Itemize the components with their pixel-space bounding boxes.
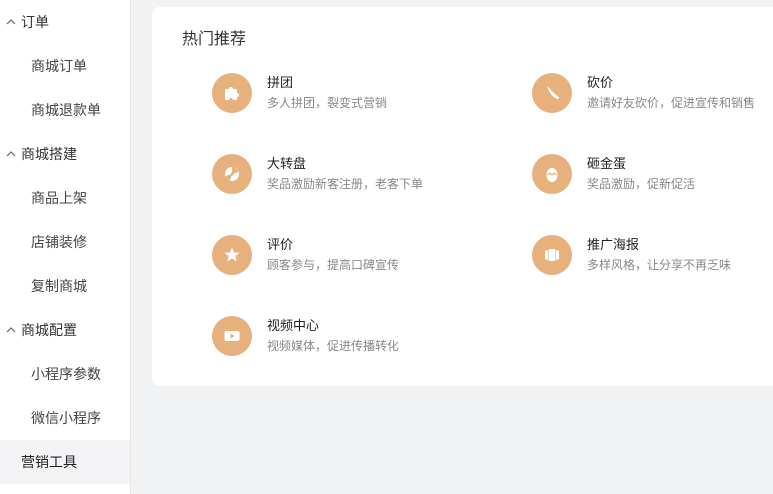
wheel-icon (225, 167, 239, 181)
tool-name: 大转盘 (267, 156, 307, 172)
video-icon (224, 331, 240, 341)
tool-name: 拼团 (267, 75, 294, 91)
tool-review[interactable]: 评价 顾客参与，提高口碑宣传 (212, 235, 399, 275)
tool-name: 推广海报 (587, 237, 640, 253)
sidebar-item-copy-mall[interactable]: 复制商城 (0, 264, 130, 308)
tool-video-center[interactable]: 视频中心 视频媒体，促进传播转化 (212, 316, 399, 356)
sidebar-item-refund-orders[interactable]: 商城退款单 (0, 88, 130, 132)
sidebar-group-label: 商城搭建 (21, 147, 77, 163)
sidebar-item-miniprogram-params[interactable]: 小程序参数 (0, 352, 130, 396)
poster-icon (545, 249, 559, 261)
tool-name: 评价 (267, 237, 294, 253)
tool-group-buy[interactable]: 拼团 多人拼团，裂变式营销 (212, 73, 387, 113)
tool-desc: 多样风格，让分享不再乏味 (587, 257, 732, 272)
tool-desc: 奖品激励新客注册，老客下单 (267, 176, 424, 191)
sidebar-item-product-listing[interactable]: 商品上架 (0, 176, 130, 220)
chevron-up-icon (6, 327, 16, 333)
sidebar-item-marketing-tools[interactable]: 营销工具 (0, 440, 130, 484)
tool-bargain[interactable]: 砍价 邀请好友砍价，促进宣传和销售 (532, 73, 755, 113)
sidebar-group-label: 商城配置 (21, 323, 77, 339)
sidebar: 订单 商城订单 商城退款单 商城搭建 商品上架 店铺装修 复制商城 商城配置 小… (0, 0, 131, 494)
tool-desc: 多人拼团，裂变式营销 (267, 95, 388, 110)
sidebar-group-orders[interactable]: 订单 (0, 0, 130, 44)
sidebar-group-label: 订单 (21, 15, 49, 31)
sidebar-item-mall-orders[interactable]: 商城订单 (0, 44, 130, 88)
tool-golden-egg[interactable]: 砸金蛋 奖品激励，促新促活 (532, 154, 695, 194)
hot-recommend-card: 热门推荐 拼团 多人拼团，裂变式营销 砍价 邀请好友砍价，促进宣传和销售 大转盘… (152, 7, 773, 386)
sidebar-item-wechat-miniprogram[interactable]: 微信小程序 (0, 396, 130, 440)
sidebar-group-mall-build[interactable]: 商城搭建 (0, 132, 130, 176)
knife-icon (547, 86, 560, 100)
puzzle-icon (225, 87, 239, 100)
tool-desc: 邀请好友砍价，促进宣传和销售 (587, 95, 756, 110)
tool-name: 视频中心 (267, 318, 320, 334)
star-icon (224, 247, 240, 262)
tool-promo-poster[interactable]: 推广海报 多样风格，让分享不再乏味 (532, 235, 731, 275)
tool-desc: 视频媒体，促进传播转化 (267, 338, 400, 353)
tool-lucky-wheel[interactable]: 大转盘 奖品激励新客注册，老客下单 (212, 154, 423, 194)
tool-name: 砸金蛋 (587, 156, 627, 172)
tool-desc: 顾客参与，提高口碑宣传 (267, 257, 400, 272)
tool-name: 砍价 (587, 75, 614, 91)
chevron-up-icon (6, 151, 16, 157)
chevron-up-icon (6, 19, 16, 25)
sidebar-group-mall-config[interactable]: 商城配置 (0, 308, 130, 352)
sidebar-item-store-decoration[interactable]: 店铺装修 (0, 220, 130, 264)
tool-desc: 奖品激励，促新促活 (587, 176, 696, 191)
section-title: 热门推荐 (182, 29, 247, 48)
egg-icon (546, 168, 558, 182)
